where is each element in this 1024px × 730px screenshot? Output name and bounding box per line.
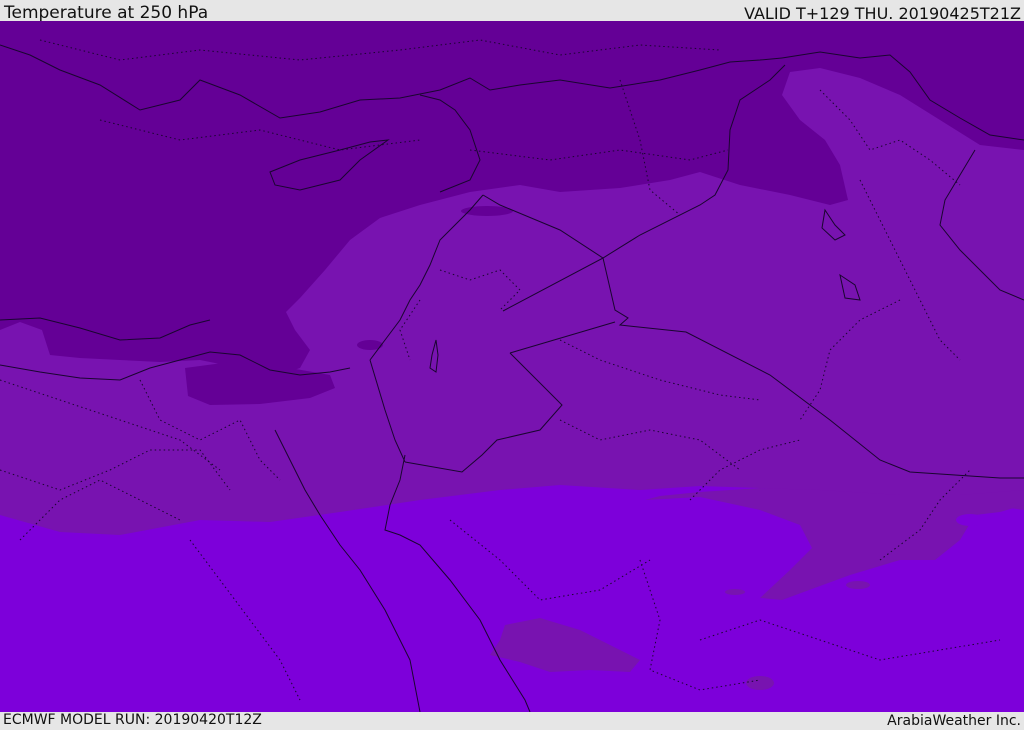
credit-label: ArabiaWeather Inc.	[887, 713, 1021, 729]
model-run-label: ECMWF MODEL RUN: 20190420T12Z	[3, 712, 262, 728]
weather-map[interactable]	[0, 21, 1024, 712]
header-bar: Temperature at 250 hPa VALID T+129 THU. …	[0, 0, 1024, 23]
footer-bar: ECMWF MODEL RUN: 20190420T12Z ArabiaWeat…	[0, 712, 1024, 729]
map-title: Temperature at 250 hPa	[4, 3, 209, 23]
